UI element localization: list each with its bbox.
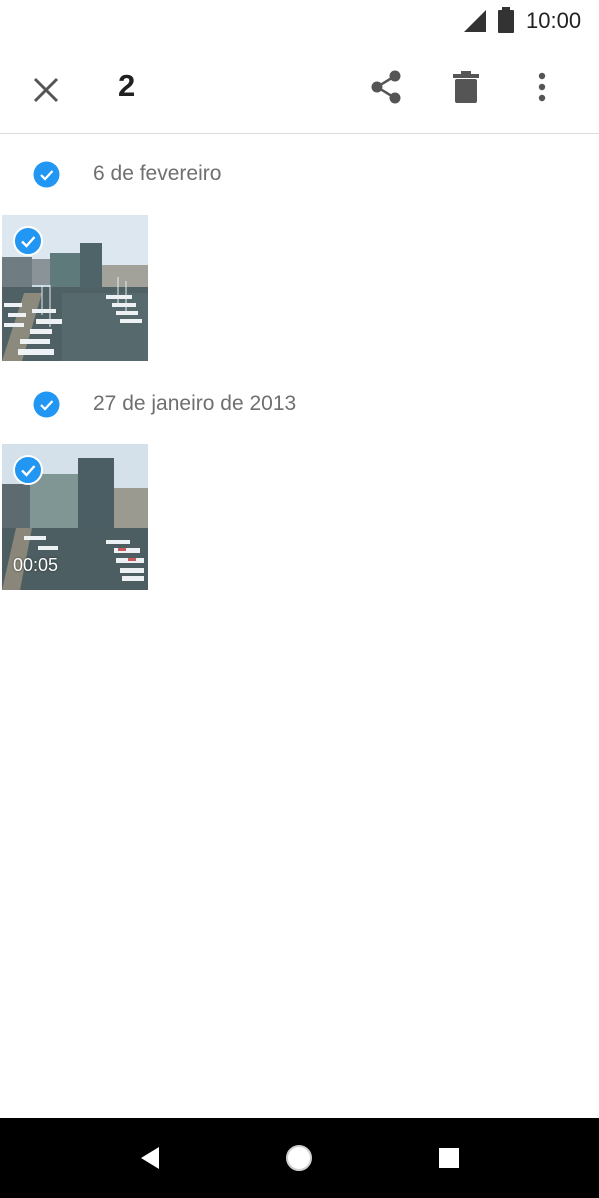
system-navigation-bar xyxy=(0,1118,599,1198)
close-selection-button[interactable] xyxy=(22,66,70,114)
home-button[interactable] xyxy=(275,1134,323,1182)
home-icon xyxy=(286,1145,312,1171)
battery-icon xyxy=(498,7,514,33)
delete-button[interactable] xyxy=(442,63,490,111)
trash-icon xyxy=(453,71,479,103)
recents-button[interactable] xyxy=(425,1134,473,1182)
photo-thumbnail[interactable] xyxy=(2,215,148,361)
check-circle-icon[interactable] xyxy=(33,161,60,188)
date-label: 6 de fevereiro xyxy=(93,162,222,185)
signal-icon xyxy=(464,10,486,32)
video-thumbnail[interactable]: 00:05 xyxy=(2,444,148,590)
video-duration: 00:05 xyxy=(13,555,59,575)
share-button[interactable] xyxy=(362,63,410,111)
date-label: 27 de janeiro de 2013 xyxy=(93,392,297,415)
back-button[interactable] xyxy=(126,1134,174,1182)
recents-icon xyxy=(439,1148,459,1168)
check-circle-icon[interactable] xyxy=(33,391,60,418)
share-icon xyxy=(371,70,401,104)
clock: 10:00 xyxy=(526,8,582,33)
date-group-header[interactable]: 27 de janeiro de 2013 xyxy=(0,376,599,432)
more-options-button[interactable] xyxy=(518,63,566,111)
selected-check-icon xyxy=(13,455,43,485)
selected-check-icon xyxy=(13,226,43,256)
date-group-header[interactable]: 6 de fevereiro xyxy=(0,146,599,202)
selection-action-bar: 2 xyxy=(0,42,599,134)
status-bar: 10:00 xyxy=(0,0,599,42)
close-icon xyxy=(33,77,59,103)
selected-count: 2 xyxy=(118,68,136,103)
more-vert-icon xyxy=(538,72,546,102)
back-icon xyxy=(141,1147,159,1169)
